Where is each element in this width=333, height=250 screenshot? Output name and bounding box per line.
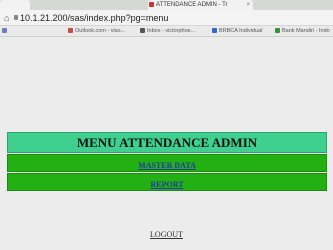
bookmark-icon bbox=[2, 28, 7, 33]
bookmarks-bar: Outlook.com - viso... Inbox - victorphoe… bbox=[0, 26, 333, 37]
browser-tab[interactable] bbox=[0, 0, 30, 10]
page-info-icon[interactable] bbox=[14, 15, 18, 20]
bookmark-label: Bank Mandiri - Indo bbox=[282, 28, 330, 34]
bookmark-icon bbox=[212, 28, 217, 33]
menu-table: MENU ATTENDANCE ADMIN MASTER DATA REPORT bbox=[7, 132, 327, 191]
bookmark-icon bbox=[140, 28, 145, 33]
browser-tabstrip: ATTENDANCE ADMIN - Tr × bbox=[0, 0, 333, 10]
url-field[interactable]: 10.1.21.200/sas/index.php?pg=menu bbox=[20, 12, 168, 24]
menu-row-report: REPORT bbox=[7, 173, 327, 191]
bookmark-item[interactable]: Inbox - victorphoe... bbox=[140, 26, 195, 36]
bookmark-item[interactable]: Outlook.com - viso... bbox=[68, 26, 125, 36]
bookmark-icon bbox=[68, 28, 73, 33]
home-icon[interactable]: ⌂ bbox=[4, 13, 9, 23]
menu-row-master-data: MASTER DATA bbox=[7, 154, 327, 172]
logout-link[interactable]: LOGOUT bbox=[150, 230, 183, 239]
browser-tab-label: ATTENDANCE ADMIN - Tr bbox=[156, 2, 228, 8]
report-link[interactable]: REPORT bbox=[150, 180, 183, 189]
menu-title: MENU ATTENDANCE ADMIN bbox=[7, 132, 327, 153]
close-icon[interactable]: × bbox=[246, 0, 250, 10]
bookmark-label: Outlook.com - viso... bbox=[75, 28, 126, 34]
bookmark-label: BRBCA Individual bbox=[219, 28, 263, 34]
address-bar: ⌂ 10.1.21.200/sas/index.php?pg=menu bbox=[0, 10, 333, 26]
browser-tab-active[interactable]: ATTENDANCE ADMIN - Tr × bbox=[148, 0, 253, 10]
bookmark-item[interactable] bbox=[2, 26, 9, 36]
bookmark-item[interactable]: BRBCA Individual bbox=[212, 26, 262, 36]
bookmark-icon bbox=[275, 28, 280, 33]
master-data-link[interactable]: MASTER DATA bbox=[138, 161, 196, 170]
favicon-icon bbox=[149, 2, 154, 7]
logout-container: LOGOUT bbox=[0, 224, 333, 242]
bookmark-label: Inbox - victorphoe... bbox=[147, 28, 196, 34]
bookmark-item[interactable]: Bank Mandiri - Indo bbox=[275, 26, 330, 36]
